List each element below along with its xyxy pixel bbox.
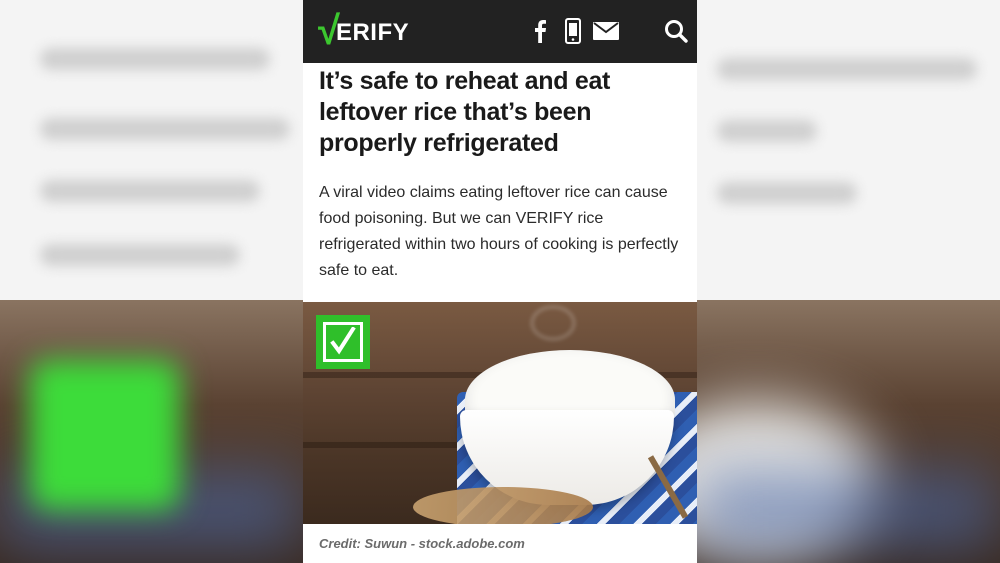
- header-bar: √ ERIFY: [303, 0, 697, 63]
- mobile-icon[interactable]: [560, 18, 586, 44]
- steam: [531, 306, 575, 340]
- search-icon[interactable]: [663, 18, 689, 44]
- logo-word: ERIFY: [335, 19, 410, 46]
- article-image[interactable]: [303, 302, 697, 524]
- facebook-icon[interactable]: [527, 18, 553, 44]
- wooden-spoon: [413, 487, 593, 524]
- article-summary: A viral video claims eating leftover ric…: [319, 184, 679, 279]
- article-screen: √ ERIFY It’s safe to reheat and eat left…: [303, 0, 697, 563]
- verify-logo[interactable]: √ ERIFY: [318, 11, 410, 51]
- article-headline: It’s safe to reheat and eat leftover ric…: [319, 67, 611, 157]
- blurred-background-right: [697, 0, 1000, 563]
- verified-check-icon: [316, 315, 370, 369]
- email-icon[interactable]: [593, 18, 619, 44]
- blurred-background-left: [0, 0, 303, 563]
- image-credit: Credit: Suwun - stock.adobe.com: [319, 536, 525, 551]
